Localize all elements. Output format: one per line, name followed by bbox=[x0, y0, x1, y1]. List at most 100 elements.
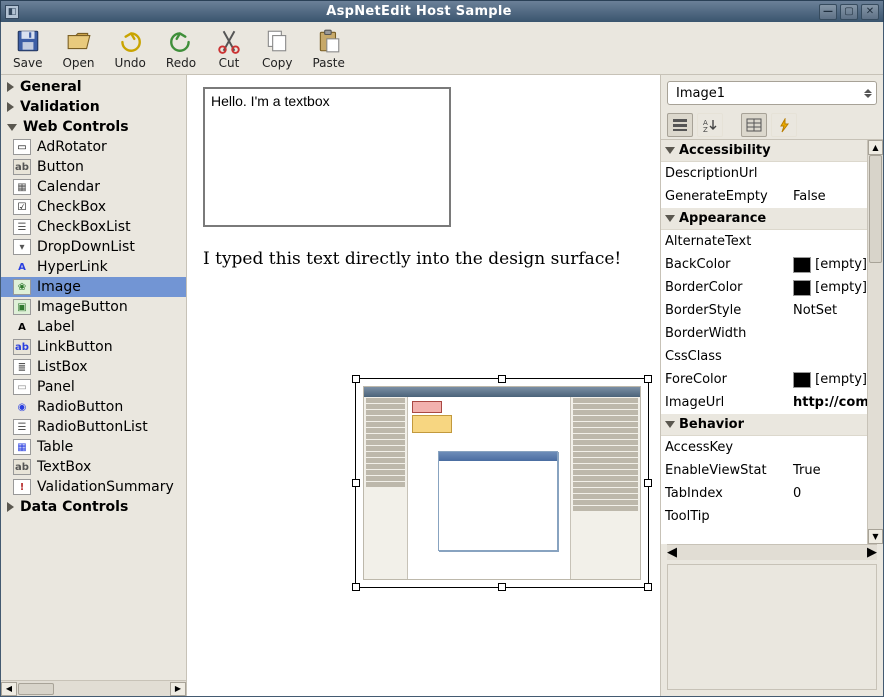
resize-handle-sw[interactable] bbox=[352, 583, 360, 591]
alphabetical-button[interactable]: AZ bbox=[697, 113, 723, 137]
resize-handle-ne[interactable] bbox=[644, 375, 652, 383]
save-button[interactable]: Save bbox=[9, 28, 46, 70]
toolbox-item-checkbox[interactable]: ☑CheckBox bbox=[1, 197, 186, 217]
toolbox-tree[interactable]: GeneralValidationWeb Controls▭AdRotatora… bbox=[1, 75, 186, 680]
toolbox-item-button[interactable]: abButton bbox=[1, 157, 186, 177]
open-button[interactable]: Open bbox=[58, 28, 98, 70]
properties-button[interactable] bbox=[741, 113, 767, 137]
prop-row-accesskey[interactable]: AccessKey bbox=[661, 436, 867, 459]
prop-row-enableviewstate[interactable]: EnableViewStatTrue bbox=[661, 459, 867, 482]
prop-row-alternatetext[interactable]: AlternateText bbox=[661, 230, 867, 253]
events-button[interactable] bbox=[771, 113, 797, 137]
copy-button[interactable]: Copy bbox=[258, 28, 296, 70]
scroll-thumb[interactable] bbox=[869, 155, 882, 263]
category-validation[interactable]: Validation bbox=[1, 97, 186, 117]
prop-value[interactable]: NotSet bbox=[789, 303, 867, 318]
prop-value[interactable]: False bbox=[789, 189, 867, 204]
toolbox-item-radiobuttonlist[interactable]: ☰RadioButtonList bbox=[1, 417, 186, 437]
prop-row-descriptionurl[interactable]: DescriptionUrl bbox=[661, 162, 867, 185]
redo-button[interactable]: Redo bbox=[162, 28, 200, 70]
prop-value[interactable]: [empty] bbox=[789, 257, 867, 273]
prop-name: AlternateText bbox=[661, 234, 789, 249]
window-titlebar[interactable]: ◧ AspNetEdit Host Sample — ▢ ✕ bbox=[0, 0, 884, 22]
prop-row-bordercolor[interactable]: BorderColor[empty] bbox=[661, 276, 867, 299]
category-web-controls[interactable]: Web Controls bbox=[1, 117, 186, 137]
prop-row-backcolor[interactable]: BackColor[empty] bbox=[661, 253, 867, 276]
close-button[interactable]: ✕ bbox=[861, 4, 879, 20]
prop-value[interactable]: [empty] bbox=[789, 372, 867, 388]
category-general[interactable]: General bbox=[1, 77, 186, 97]
property-grid[interactable]: AccessibilityDescriptionUrlGenerateEmpty… bbox=[661, 140, 867, 544]
toolbox-item-adrotator[interactable]: ▭AdRotator bbox=[1, 137, 186, 157]
scroll-left-icon[interactable]: ◀ bbox=[667, 545, 677, 560]
chevron-right-icon bbox=[7, 102, 14, 112]
selected-image-control[interactable] bbox=[355, 378, 649, 588]
object-selector[interactable]: Image1 bbox=[667, 81, 877, 105]
prop-value[interactable]: True bbox=[789, 463, 867, 478]
paste-button[interactable]: Paste bbox=[308, 28, 348, 70]
prop-value[interactable]: http://com bbox=[789, 395, 867, 410]
toolbox-item-dropdownlist[interactable]: ▾DropDownList bbox=[1, 237, 186, 257]
resize-handle-n[interactable] bbox=[498, 375, 506, 383]
prop-value[interactable]: 0 bbox=[789, 486, 867, 501]
scroll-right-icon[interactable]: ▶ bbox=[170, 682, 186, 696]
prop-category-label: Appearance bbox=[679, 211, 766, 226]
scroll-left-icon[interactable]: ◀ bbox=[1, 682, 17, 696]
prop-row-cssclass[interactable]: CssClass bbox=[661, 345, 867, 368]
toolbox-item-table[interactable]: ▦Table bbox=[1, 437, 186, 457]
toolbox-item-imagebutton[interactable]: ▣ImageButton bbox=[1, 297, 186, 317]
property-description bbox=[667, 564, 877, 690]
toolbox-item-radiobutton[interactable]: ◉RadioButton bbox=[1, 397, 186, 417]
design-surface[interactable]: Hello. I'm a textbox I typed this text d… bbox=[187, 75, 661, 696]
prop-name: BorderWidth bbox=[661, 326, 789, 341]
textbox-control[interactable]: Hello. I'm a textbox bbox=[203, 87, 451, 227]
radio-icon: ◉ bbox=[13, 399, 31, 415]
resize-handle-se[interactable] bbox=[644, 583, 652, 591]
toolbox-item-checkboxlist[interactable]: ☰CheckBoxList bbox=[1, 217, 186, 237]
scroll-down-icon[interactable]: ▼ bbox=[868, 529, 883, 544]
categorized-button[interactable] bbox=[667, 113, 693, 137]
prop-row-tabindex[interactable]: TabIndex0 bbox=[661, 482, 867, 505]
undo-button[interactable]: Undo bbox=[111, 28, 150, 70]
resize-handle-s[interactable] bbox=[498, 583, 506, 591]
scroll-thumb[interactable] bbox=[18, 683, 54, 695]
toolbox-item-hyperlink[interactable]: AHyperLink bbox=[1, 257, 186, 277]
toolbox-item-textbox[interactable]: abTextBox bbox=[1, 457, 186, 477]
prop-category-appearance[interactable]: Appearance bbox=[661, 208, 867, 230]
minimize-button[interactable]: — bbox=[819, 4, 837, 20]
toolbox-item-panel[interactable]: ▭Panel bbox=[1, 377, 186, 397]
propgrid-toolbar: AZ bbox=[661, 111, 883, 140]
toolbox-item-label: RadioButtonList bbox=[37, 419, 148, 435]
maximize-button[interactable]: ▢ bbox=[840, 4, 858, 20]
toolbox-item-listbox[interactable]: ≣ListBox bbox=[1, 357, 186, 377]
prop-row-borderwidth[interactable]: BorderWidth bbox=[661, 322, 867, 345]
open-button-label: Open bbox=[62, 56, 94, 70]
prop-value[interactable]: [empty] bbox=[789, 280, 867, 296]
toolbox-item-label: DropDownList bbox=[37, 239, 135, 255]
prop-row-generateemptyalternatetext[interactable]: GenerateEmptyFalse bbox=[661, 185, 867, 208]
toolbox-item-calendar[interactable]: ▦Calendar bbox=[1, 177, 186, 197]
prop-row-tooltip[interactable]: ToolTip bbox=[661, 505, 867, 528]
toolbox-item-linkbutton[interactable]: abLinkButton bbox=[1, 337, 186, 357]
toolbox-hscrollbar[interactable]: ◀ ▶ bbox=[1, 680, 186, 696]
prop-row-imageurl[interactable]: ImageUrlhttp://com bbox=[661, 391, 867, 414]
resize-handle-w[interactable] bbox=[352, 479, 360, 487]
paste-button-label: Paste bbox=[312, 56, 344, 70]
propgrid-vscrollbar[interactable]: ▲ ▼ bbox=[867, 140, 883, 544]
scroll-right-icon[interactable]: ▶ bbox=[867, 545, 877, 560]
free-text[interactable]: I typed this text directly into the desi… bbox=[203, 249, 644, 269]
toolbox-item-validationsummary[interactable]: !ValidationSummary bbox=[1, 477, 186, 497]
scroll-up-icon[interactable]: ▲ bbox=[868, 140, 883, 155]
toolbox-item-label[interactable]: ALabel bbox=[1, 317, 186, 337]
propgrid-hscrollbar[interactable]: ◀ ▶ bbox=[667, 544, 877, 560]
prop-category-behavior[interactable]: Behavior bbox=[661, 414, 867, 436]
toolbox-item-image[interactable]: ❀Image bbox=[1, 277, 186, 297]
prop-category-accessibility[interactable]: Accessibility bbox=[661, 140, 867, 162]
cut-button[interactable]: Cut bbox=[212, 28, 246, 70]
resize-handle-e[interactable] bbox=[644, 479, 652, 487]
category-data-controls[interactable]: Data Controls bbox=[1, 497, 186, 517]
prop-row-forecolor[interactable]: ForeColor[empty] bbox=[661, 368, 867, 391]
save-button-label: Save bbox=[13, 56, 42, 70]
resize-handle-nw[interactable] bbox=[352, 375, 360, 383]
prop-row-borderstyle[interactable]: BorderStyleNotSet bbox=[661, 299, 867, 322]
